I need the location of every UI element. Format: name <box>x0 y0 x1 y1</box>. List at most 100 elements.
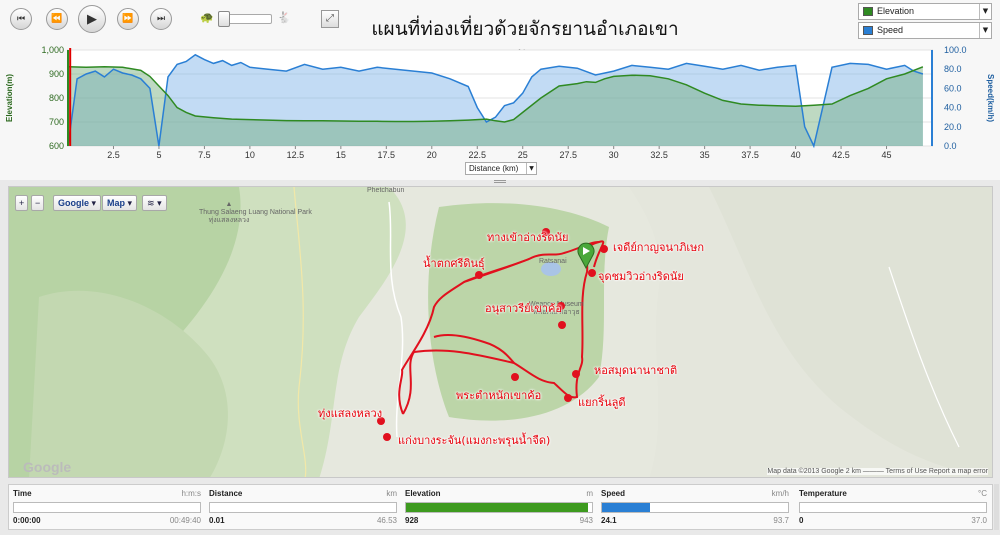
scrollbar[interactable] <box>994 484 999 530</box>
google-logo: Google <box>23 459 72 475</box>
stat-current: 0.01 <box>209 516 225 525</box>
layers-button[interactable]: ≋ ▾ <box>142 195 167 211</box>
stat-current: 24.1 <box>601 516 617 525</box>
stat-bar <box>601 502 789 513</box>
google-layer-button[interactable]: Google ▾ <box>53 195 102 211</box>
place-label-reservoir: Ratsanai <box>539 258 567 265</box>
x-axis-select-label: Distance (km) <box>469 164 519 173</box>
chevron-down-icon: ▾ <box>91 198 97 208</box>
stat-name: Speed <box>601 489 626 498</box>
stat-name: Distance <box>209 489 243 498</box>
stat-max: 943 <box>579 516 593 525</box>
poi-label: พระตำหนักเขาค้อ <box>456 389 542 402</box>
y-right-tick-label: 40.0 <box>944 103 962 113</box>
playback-speed-slider[interactable] <box>218 11 272 27</box>
place-label-phetchabun: Phetchabun <box>367 187 405 194</box>
step-forward-icon[interactable]: ⏩ <box>117 8 139 30</box>
stat-max: 00:49:40 <box>169 516 201 525</box>
x-tick-label: 32.5 <box>650 150 668 160</box>
poi-label: น้ำตกศรีดินธุ์ <box>423 257 485 270</box>
elevation-speed-chart[interactable]: 1,000 900 800 700 600 100.0 80.0 60.0 40.0 20.0 0.… <box>0 44 1000 162</box>
stat-bar <box>209 502 397 513</box>
rabbit-icon: 🐇 <box>277 11 291 24</box>
stat-bar-fill <box>602 503 651 512</box>
stat-name: Elevation <box>405 489 441 498</box>
stats-panel: Time h:m:s 0:00:00 00:49:40 Distance km … <box>8 484 993 530</box>
stat-current: 0 <box>799 516 804 525</box>
skip-to-start-icon[interactable]: ⏮ <box>10 8 32 30</box>
x-tick-label: 5 <box>156 150 161 160</box>
skip-to-end-icon[interactable]: ⏭ <box>150 8 172 30</box>
x-tick-label: 45 <box>882 150 892 160</box>
park-name: Thung Salaeng Luang National Park <box>199 209 312 216</box>
stat-unit: h:m:s <box>181 489 201 498</box>
chevron-down-icon: ▾ <box>157 198 162 208</box>
map-pin-icon[interactable] <box>576 241 596 269</box>
stat-distance: Distance km 0.01 46.53 <box>209 489 397 527</box>
stat-bar <box>799 502 987 513</box>
series-select-elevation[interactable]: Elevation ▼ <box>858 3 992 20</box>
x-tick-label: 7.5 <box>198 150 211 160</box>
poi-label: แก่งบางระจัน(แมงกะพรุนน้ำจืด) <box>398 434 551 447</box>
x-tick-label: 40 <box>791 150 801 160</box>
stat-max: 37.0 <box>971 516 987 525</box>
stat-speed: Speed km/h 24.1 93.7 <box>601 489 789 527</box>
poi-label: จุดชมวิวอ่างริดนัย <box>598 270 684 283</box>
x-tick-label: 25 <box>518 150 528 160</box>
series-select-label: Elevation <box>877 6 915 16</box>
y-right-tick-label: 20.0 <box>944 122 962 132</box>
stat-bar-fill <box>406 503 589 512</box>
x-tick-label: 12.5 <box>287 150 305 160</box>
stat-current: 928 <box>405 516 419 525</box>
resize-grip[interactable] <box>494 180 506 183</box>
chevron-down-icon: ▾ <box>127 198 133 208</box>
layers-icon: ≋ <box>147 198 155 208</box>
zoom-out-button[interactable]: − <box>31 195 45 211</box>
poi-label: หอสมุดนานาชาติ <box>594 364 678 377</box>
chevron-down-icon: ▼ <box>979 4 991 19</box>
stat-current: 0:00:00 <box>13 516 41 525</box>
stat-elevation: Elevation m 928 943 <box>405 489 593 527</box>
stat-unit: km/h <box>771 489 789 498</box>
y-left-tick-label: 700 <box>49 117 64 127</box>
poi-label: เจดีย์กาญจนาภิเษก <box>613 241 705 254</box>
zoom-in-button[interactable]: + <box>15 195 29 211</box>
park-name-thai: ทุ่งแสลงหลวง <box>208 217 250 224</box>
place-label-park: ▲ Thung Salaeng Luang National Park ทุ่ง… <box>199 201 312 225</box>
x-tick-label: 37.5 <box>741 150 759 160</box>
poi-label: ทางเข้าอ่างริดนัย <box>487 231 569 244</box>
fullscreen-icon[interactable]: ⤢ <box>321 10 339 28</box>
map-attribution[interactable]: Map data ©2013 Google 2 km ——— Terms of … <box>767 468 988 475</box>
stat-unit: km <box>386 489 397 498</box>
x-tick-label: 22.5 <box>468 150 486 160</box>
x-tick-label: 17.5 <box>378 150 396 160</box>
chevron-down-icon: ▼ <box>979 23 991 38</box>
y-left-axis-label: Elevation(m) <box>5 74 14 122</box>
elevation-swatch <box>863 7 873 16</box>
map-type-button[interactable]: Map ▾ <box>102 195 138 211</box>
map-view[interactable]: + − Google ▾ Map ▾ ≋ ▾ ▲ Thung Salaeng L… <box>8 186 993 478</box>
stat-max: 46.53 <box>376 516 397 525</box>
map-type-label: Map <box>107 198 125 208</box>
poi-label: อนุสาวรีย์เขาค้อ <box>485 302 562 315</box>
x-tick-label: 30 <box>609 150 619 160</box>
x-tick-label: 20 <box>427 150 437 160</box>
slider-knob[interactable] <box>218 11 230 27</box>
turtle-icon: 🐢 <box>200 11 214 24</box>
step-back-icon[interactable]: ⏪ <box>46 8 68 30</box>
poi-label: แยกริ้นลูดี <box>578 396 626 409</box>
stat-name: Temperature <box>799 489 847 498</box>
stat-bar <box>13 502 201 513</box>
y-right-tick-label: 60.0 <box>944 83 962 93</box>
play-icon[interactable]: ▶ <box>78 5 106 33</box>
stat-temperature: Temperature °C 0 37.0 <box>799 489 987 527</box>
stat-unit: m <box>586 489 593 498</box>
y-right-tick-label: 100.0 <box>944 45 967 55</box>
x-axis-select[interactable]: Distance (km) ▼ <box>465 162 537 175</box>
series-select-speed[interactable]: Speed ▼ <box>858 22 992 39</box>
player-header: ⏮ ⏪ ▶ ⏩ ⏭ 🐢 🐇 ⤢ แผนที่ท่องเที่ยวด้วยจักร… <box>0 0 1000 180</box>
x-tick-label: 10 <box>245 150 255 160</box>
series-select-label: Speed <box>877 25 904 35</box>
y-left-tick-label: 800 <box>49 93 64 103</box>
y-right-tick-label: 80.0 <box>944 64 962 74</box>
